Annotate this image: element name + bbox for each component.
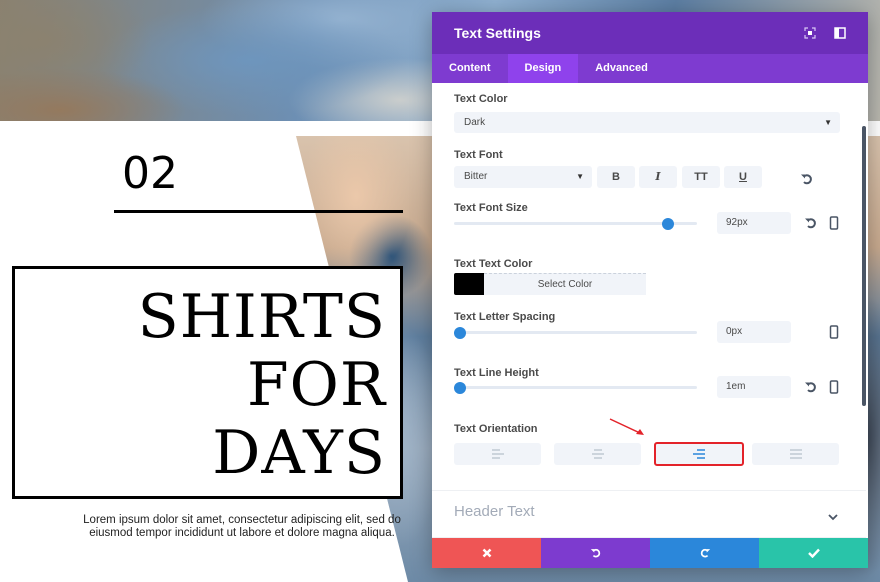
select-color-button[interactable]: Select Color [484,273,646,295]
tab-advanced[interactable]: Advanced [578,54,665,83]
expand-icon[interactable] [804,26,816,39]
line-height-input[interactable]: 1em [717,376,791,398]
underline-button[interactable]: U [724,166,762,188]
panel-header[interactable]: Text Settings [432,12,868,54]
redo-icon [700,548,710,558]
split-view-icon[interactable] [834,26,846,39]
panel-title: Text Settings [454,25,541,41]
scrollbar[interactable] [862,126,866,406]
text-font-select[interactable]: Bitter ▼ [454,166,592,188]
align-right-icon [693,449,705,459]
header-text-section[interactable]: Header Text [454,503,535,520]
undo-button[interactable] [541,538,650,568]
reset-icon[interactable] [800,172,814,186]
font-size-input[interactable]: 92px [717,212,791,234]
text-text-color-label: Text Text Color [454,258,533,270]
checkmark-icon [807,548,820,558]
text-color-label: Text Color [454,93,508,105]
align-center-button[interactable] [554,443,641,465]
text-settings-panel: Text Settings Content Design Advanced Te… [432,12,868,568]
tab-content[interactable]: Content [432,54,508,83]
font-size-slider-track[interactable] [454,222,697,225]
chevron-down-icon: ▼ [824,118,832,127]
text-font-label: Text Font [454,149,503,161]
line-height-slider-handle[interactable] [454,382,466,394]
settings-content: Text Color Dark ▼ Text Font Bitter ▼ B I… [432,83,868,538]
mobile-icon[interactable] [827,380,841,394]
text-color-value: Dark [464,117,486,128]
mobile-icon[interactable] [827,216,841,230]
text-color-select[interactable]: Dark ▼ [454,112,840,133]
chevron-down-icon: ▼ [576,172,584,181]
line-height-slider-track[interactable] [454,386,697,389]
letter-spacing-input[interactable]: 0px [717,321,791,343]
font-size-label: Text Font Size [454,202,528,214]
line-height-label: Text Line Height [454,367,539,379]
color-swatch[interactable] [454,273,484,295]
section-divider [432,490,866,491]
redo-button[interactable] [650,538,759,568]
align-right-button[interactable] [654,442,744,466]
align-justify-button[interactable] [752,443,839,465]
tab-bar: Content Design Advanced [432,54,868,83]
align-justify-icon [789,449,802,459]
headline-text: SHIRTS FOR DAYS [137,282,386,488]
undo-icon [590,548,600,558]
section-number: 02 [122,148,178,199]
annotation-arrow-icon [609,418,644,435]
align-center-icon [591,449,604,459]
reset-icon[interactable] [804,216,818,230]
italic-button[interactable]: I [639,166,677,188]
align-left-icon [491,449,504,459]
number-divider [114,210,403,213]
save-button[interactable] [759,538,868,568]
align-left-button[interactable] [454,443,541,465]
letter-spacing-label: Text Letter Spacing [454,311,556,323]
body-text: Lorem ipsum dolor sit amet, consectetur … [83,514,401,539]
cancel-button[interactable] [432,538,541,568]
chevron-down-icon[interactable] [828,508,838,526]
mobile-icon[interactable] [827,325,841,339]
text-orientation-label: Text Orientation [454,423,538,435]
letter-spacing-slider-handle[interactable] [454,327,466,339]
reset-icon[interactable] [804,380,818,394]
bold-button[interactable]: B [597,166,635,188]
uppercase-button[interactable]: TT [682,166,720,188]
panel-footer [432,538,868,568]
text-font-value: Bitter [464,171,488,182]
font-size-slider-handle[interactable] [661,218,674,230]
headline-box[interactable]: SHIRTS FOR DAYS [12,266,403,499]
tab-design[interactable]: Design [507,54,579,83]
close-icon [482,548,491,558]
letter-spacing-slider-track[interactable] [454,331,697,334]
